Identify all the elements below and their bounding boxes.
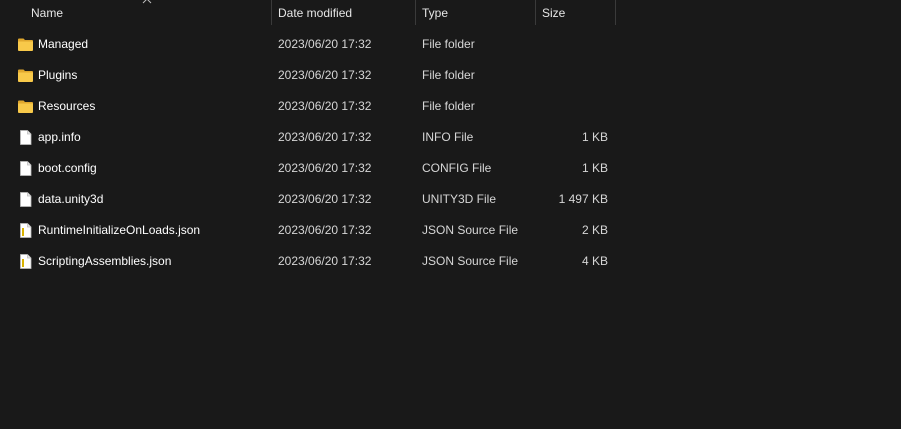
folder-icon	[18, 100, 33, 113]
folder-icon	[18, 38, 33, 51]
file-name: ScriptingAssemblies.json	[38, 254, 172, 268]
file-row[interactable]: boot.config 2023/06/20 17:32 CONFIG File…	[0, 153, 901, 184]
json-file-icon	[20, 254, 32, 269]
file-name: data.unity3d	[38, 192, 104, 206]
file-name: Resources	[38, 99, 96, 113]
file-name: app.info	[38, 130, 81, 144]
file-row[interactable]: data.unity3d 2023/06/20 17:32 UNITY3D Fi…	[0, 184, 901, 215]
file-type: JSON Source File	[422, 254, 519, 268]
column-header-name[interactable]: Name	[25, 0, 271, 25]
file-size	[540, 91, 608, 122]
file-size: 1 KB	[581, 161, 608, 175]
file-explorer-view: Name Date modified Type Size Managed 202…	[0, 0, 901, 429]
file-type: JSON Source File	[422, 223, 519, 237]
file-type: File folder	[422, 68, 475, 82]
file-size: 4 KB	[581, 254, 608, 268]
file-icon	[20, 161, 32, 176]
file-row[interactable]: Resources 2023/06/20 17:32 File folder	[0, 91, 901, 122]
file-row[interactable]: RuntimeInitializeOnLoads.json 2023/06/20…	[0, 215, 901, 246]
file-size: 2 KB	[581, 223, 608, 237]
column-header-row: Name Date modified Type Size	[0, 0, 901, 25]
file-date-modified: 2023/06/20 17:32	[278, 192, 372, 206]
file-name: Plugins	[38, 68, 78, 82]
file-type: CONFIG File	[422, 161, 492, 175]
file-date-modified: 2023/06/20 17:32	[278, 130, 372, 144]
folder-icon	[18, 69, 33, 82]
file-date-modified: 2023/06/20 17:32	[278, 37, 372, 51]
file-icon	[20, 192, 32, 207]
file-size	[540, 29, 608, 60]
file-type: File folder	[422, 99, 475, 113]
file-row[interactable]: Managed 2023/06/20 17:32 File folder	[0, 29, 901, 60]
file-type: INFO File	[422, 130, 474, 144]
file-date-modified: 2023/06/20 17:32	[278, 223, 372, 237]
file-date-modified: 2023/06/20 17:32	[278, 99, 372, 113]
file-row[interactable]: Plugins 2023/06/20 17:32 File folder	[0, 60, 901, 91]
file-date-modified: 2023/06/20 17:32	[278, 254, 372, 268]
file-date-modified: 2023/06/20 17:32	[278, 161, 372, 175]
file-name: RuntimeInitializeOnLoads.json	[38, 223, 201, 237]
file-row[interactable]: ScriptingAssemblies.json 2023/06/20 17:3…	[0, 246, 901, 277]
file-list: Managed 2023/06/20 17:32 File folder Plu…	[0, 29, 901, 277]
json-file-icon	[20, 223, 32, 238]
file-size: 1 497 KB	[558, 192, 608, 206]
column-header-size[interactable]: Size	[536, 0, 615, 25]
file-type: UNITY3D File	[422, 192, 497, 206]
file-icon	[20, 130, 32, 145]
file-type: File folder	[422, 37, 475, 51]
file-size: 1 KB	[581, 130, 608, 144]
file-name: Managed	[38, 37, 89, 51]
column-header-date-modified[interactable]: Date modified	[272, 0, 415, 25]
file-name: boot.config	[38, 161, 97, 175]
file-size	[540, 60, 608, 91]
column-divider[interactable]	[615, 0, 616, 25]
file-date-modified: 2023/06/20 17:32	[278, 68, 372, 82]
file-row[interactable]: app.info 2023/06/20 17:32 INFO File 1 KB	[0, 122, 901, 153]
column-header-type[interactable]: Type	[416, 0, 535, 25]
